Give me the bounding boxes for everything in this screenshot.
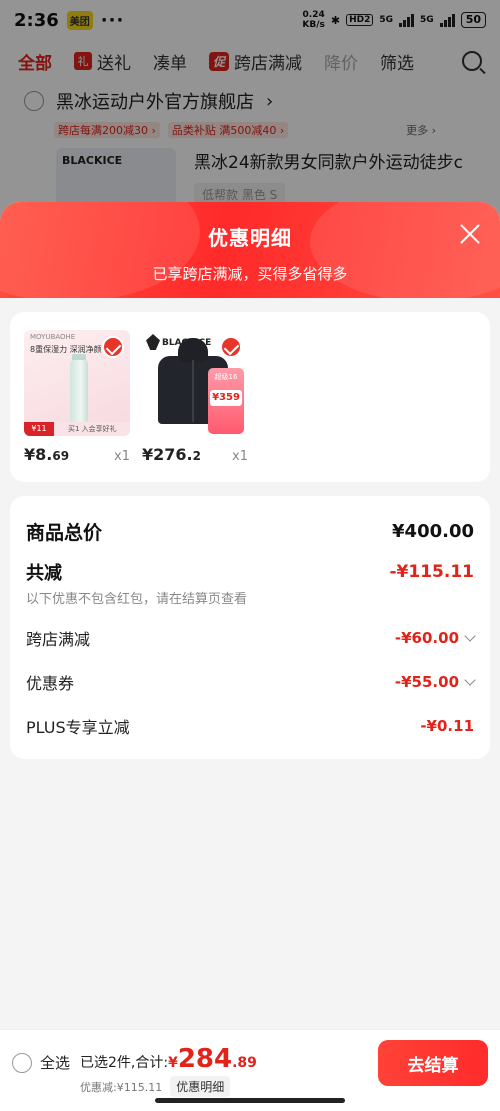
select-all-toggle[interactable]: 全选 — [12, 1052, 70, 1073]
item-quantity: x1 — [114, 449, 130, 464]
product-image-jacket[interactable]: BLACKICE 超级16¥359 — [142, 330, 248, 436]
select-all-label: 全选 — [40, 1054, 71, 1072]
item-meta: ¥276.2 x1 — [142, 445, 248, 464]
sheet-subtitle: 已享跨店满减，买得多省得多 — [152, 265, 348, 283]
discount-row-cross-store[interactable]: 跨店满减 -¥60.00 — [26, 617, 476, 659]
discount-summary: 优惠减:¥115.11 优惠明细 — [80, 1076, 231, 1097]
sheet-header: 优惠明细 已享跨店满减，买得多省得多 — [0, 202, 500, 298]
discount-detail-sheet: 优惠明细 已享跨店满减，买得多省得多 MOYUBAOHE 8重保湿力 深润净颜 … — [0, 202, 500, 1111]
selected-item[interactable]: MOYUBAOHE 8重保湿力 深润净颜 ¥11 买1 入会享好礼 ¥8.69 … — [24, 330, 130, 464]
chevron-down-icon[interactable] — [464, 629, 476, 642]
total-reduction-value: -¥115.11 — [389, 562, 475, 582]
item-quantity: x1 — [232, 449, 248, 464]
item-price: ¥276.2 — [142, 445, 201, 464]
checkout-button[interactable]: 去结算 — [378, 1040, 488, 1086]
checkout-bar: 全选 已选2件,合计: ¥ 284 .89 优惠减:¥115.11 优惠明细 去… — [0, 1029, 500, 1111]
home-indicator[interactable] — [155, 1098, 345, 1103]
total-price-row: 商品总价 ¥400.00 — [26, 514, 474, 548]
item-meta: ¥8.69 x1 — [24, 445, 130, 464]
total-price-value: ¥400.00 — [392, 520, 474, 542]
total-reduction-label: 共减 — [26, 563, 62, 584]
selected-items-card: MOYUBAOHE 8重保湿力 深润净颜 ¥11 买1 入会享好礼 ¥8.69 … — [10, 312, 490, 482]
chevron-down-icon[interactable] — [464, 673, 476, 686]
total-reduction-row: 共减 -¥115.11 — [26, 558, 474, 586]
product-image-cleanser[interactable]: MOYUBAOHE 8重保湿力 深润净颜 ¥11 买1 入会享好礼 — [24, 330, 130, 436]
total-price-label: 商品总价 — [26, 521, 103, 544]
checked-icon[interactable] — [220, 336, 242, 358]
discount-row-coupon[interactable]: 优惠券 -¥55.00 — [26, 661, 476, 703]
blackice-logo-icon — [146, 334, 160, 350]
selected-item[interactable]: BLACKICE 超级16¥359 ¥276.2 x1 — [142, 330, 248, 464]
sheet-title: 优惠明细 — [208, 226, 292, 250]
item-price: ¥8.69 — [24, 445, 70, 464]
discount-detail-button[interactable]: 优惠明细 — [170, 1076, 231, 1097]
select-all-radio[interactable] — [12, 1052, 32, 1073]
promo-badge: 超级16 ¥359 — [208, 368, 244, 434]
modal-overlay[interactable] — [0, 0, 500, 230]
close-icon[interactable] — [458, 222, 482, 246]
price-summary-card: 商品总价 ¥400.00 共减 -¥115.11 以下优惠不包含红包，请在结算页… — [10, 496, 490, 759]
checked-icon[interactable] — [102, 336, 124, 358]
reduction-note: 以下优惠不包含红包，请在结算页查看 — [26, 592, 248, 607]
discount-row-plus: PLUS专享立减 -¥0.11 — [26, 717, 474, 737]
selected-total: 已选2件,合计: ¥ 284 .89 — [80, 1044, 257, 1074]
